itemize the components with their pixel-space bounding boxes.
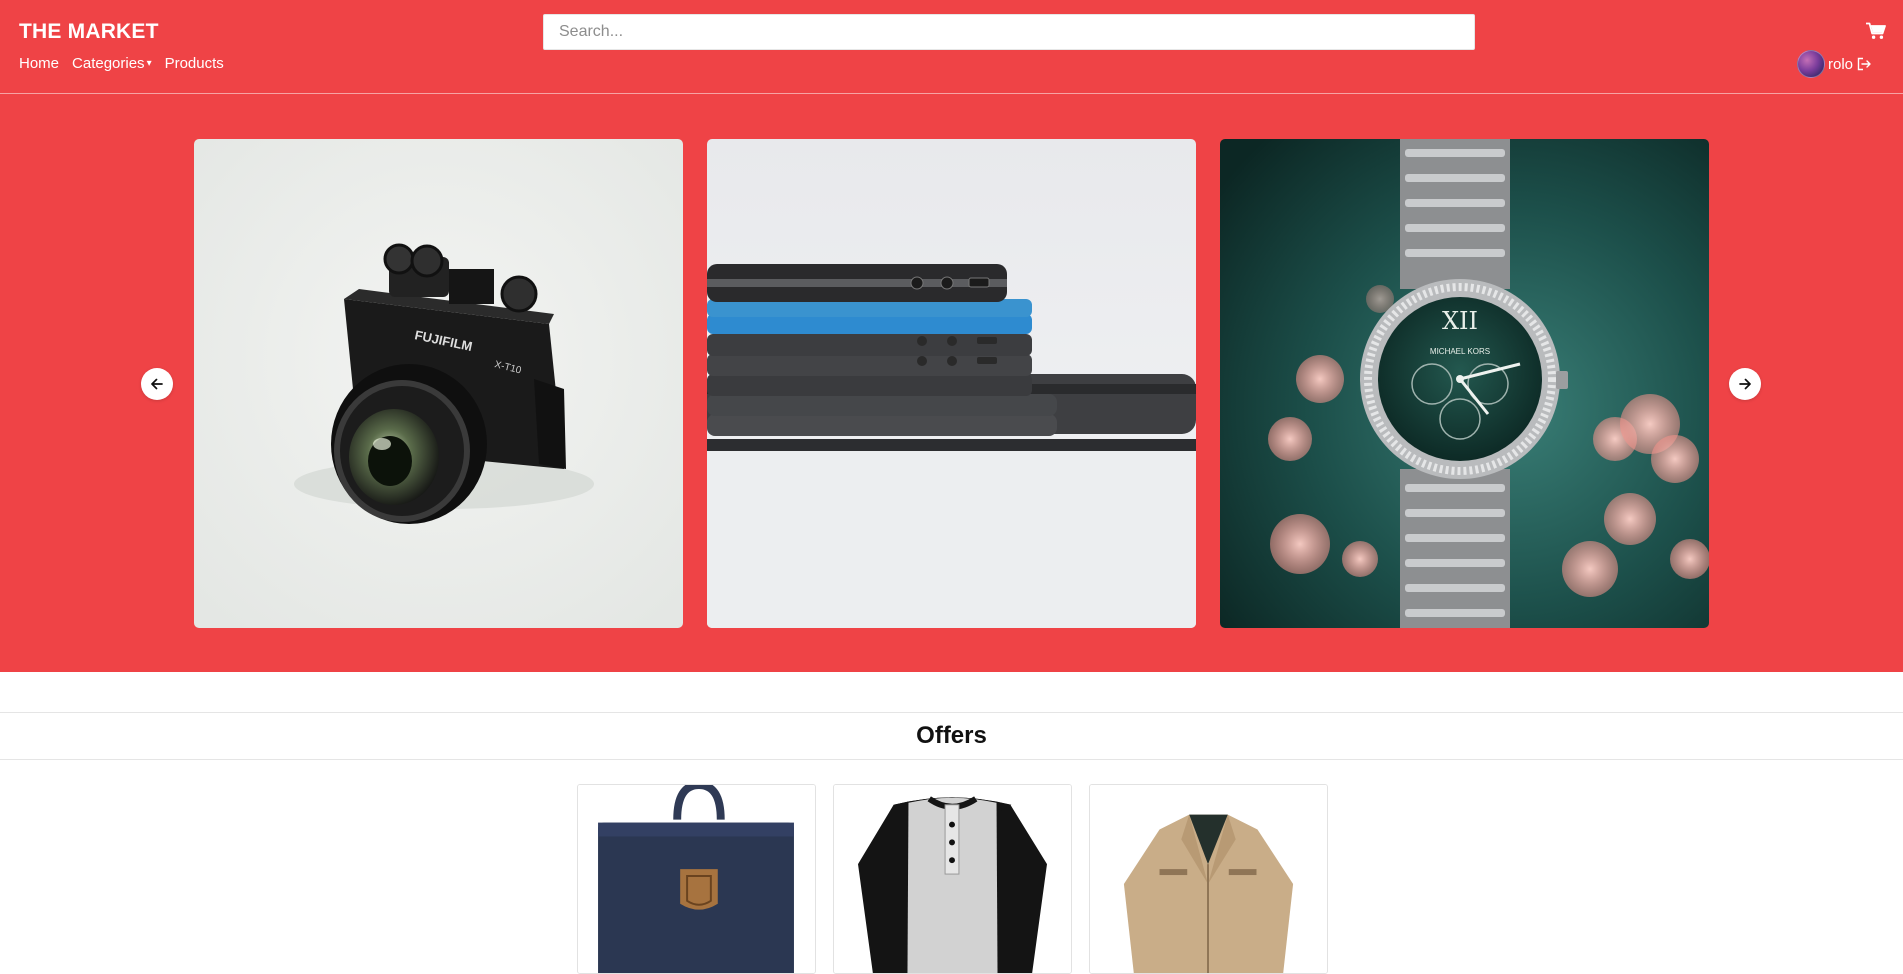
carousel-slide-phones[interactable] <box>707 139 1196 628</box>
watch-image: XII MICHAEL KORS <box>1220 139 1709 628</box>
offers-header: Offers <box>0 712 1903 760</box>
carousel-slide-watch[interactable]: XII MICHAEL KORS <box>1220 139 1709 628</box>
site-header: THE MARKET Home Categories ▾ Products ro… <box>0 0 1903 94</box>
main-nav: Home Categories ▾ Products <box>19 55 237 72</box>
logout-icon[interactable] <box>1857 57 1871 71</box>
camera-image: FUJIFILM X-T10 <box>194 139 683 628</box>
henley-shirt-image <box>834 785 1071 973</box>
carousel-slide-camera[interactable]: FUJIFILM X-T10 <box>194 139 683 628</box>
nav-categories[interactable]: Categories ▾ <box>72 55 152 72</box>
carousel-prev-button[interactable] <box>141 368 173 400</box>
svg-text:MICHAEL KORS: MICHAEL KORS <box>1430 347 1490 356</box>
user-menu[interactable]: rolo <box>1796 50 1871 78</box>
backpack-image <box>578 785 815 973</box>
nav-products[interactable]: Products <box>165 55 224 72</box>
brand-logo[interactable]: THE MARKET <box>19 20 159 44</box>
jacket-image <box>1090 785 1327 973</box>
offer-card-backpack[interactable] <box>577 784 816 974</box>
offer-card-henley-shirt[interactable] <box>833 784 1072 974</box>
svg-text:XII: XII <box>1442 307 1478 335</box>
carousel-next-button[interactable] <box>1729 368 1761 400</box>
search-input[interactable] <box>543 14 1475 50</box>
chevron-down-icon: ▾ <box>146 58 152 69</box>
offer-card-jacket[interactable] <box>1089 784 1328 974</box>
nav-home[interactable]: Home <box>19 55 59 72</box>
avatar[interactable] <box>1796 50 1825 78</box>
user-name[interactable]: rolo <box>1828 56 1853 73</box>
nav-categories-label: Categories <box>72 55 145 72</box>
arrow-right-icon <box>1739 378 1751 390</box>
cart-icon[interactable] <box>1866 22 1886 40</box>
offers-title: Offers <box>916 722 987 749</box>
arrow-left-icon <box>151 378 163 390</box>
phones-image <box>707 139 1196 628</box>
hero-carousel: FUJIFILM X-T10 XII MICHAEL KORS <box>0 94 1903 672</box>
